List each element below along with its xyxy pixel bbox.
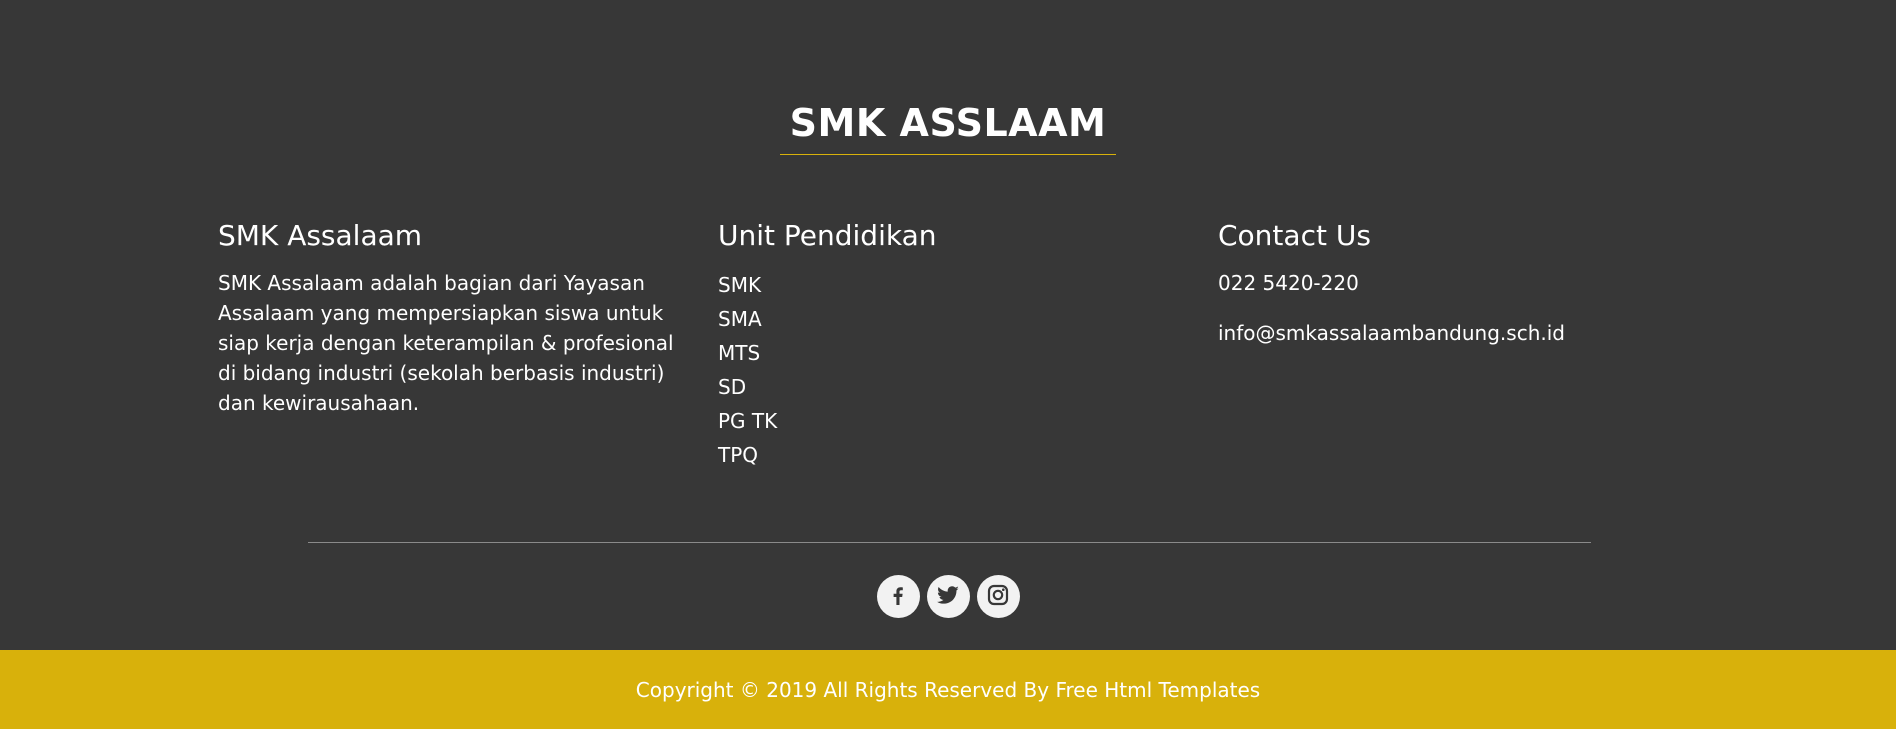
unit-link-sma[interactable]: SMA	[718, 302, 1118, 336]
units-column: Unit Pendidikan SMK SMA MTS SD PG TK TPQ	[718, 218, 1118, 472]
copyright-text: Copyright © 2019 All Rights Reserved By …	[635, 677, 1261, 702]
contact-phone[interactable]: 022 5420-220	[1218, 268, 1718, 298]
unit-link-mts[interactable]: MTS	[718, 336, 1118, 370]
unit-link-sd[interactable]: SD	[718, 370, 1118, 404]
social-links	[0, 575, 1896, 618]
contact-column: Contact Us 022 5420-220 info@smkassalaam…	[1218, 218, 1718, 368]
about-heading: SMK Assalaam	[218, 219, 423, 252]
facebook-icon	[886, 583, 910, 611]
instagram-icon	[986, 583, 1010, 611]
about-column: SMK Assalaam SMK Assalaam adalah bagian …	[218, 218, 688, 418]
copyright-bar: Copyright © 2019 All Rights Reserved By …	[0, 650, 1896, 729]
twitter-icon	[935, 582, 961, 612]
unit-list: SMK SMA MTS SD PG TK TPQ	[718, 268, 1118, 472]
footer-divider	[308, 542, 1591, 543]
brand-title: SMK ASSLAAM	[779, 100, 1117, 155]
unit-link-tpq[interactable]: TPQ	[718, 438, 1118, 472]
brand-title-wrap: SMK ASSLAAM	[0, 100, 1896, 155]
facebook-button[interactable]	[876, 575, 920, 618]
twitter-button[interactable]	[926, 575, 970, 618]
about-text: SMK Assalaam adalah bagian dari Yayasan …	[218, 271, 674, 415]
unit-link-smk[interactable]: SMK	[718, 268, 1118, 302]
units-heading: Unit Pendidikan	[718, 219, 937, 252]
instagram-button[interactable]	[976, 575, 1020, 618]
contact-email[interactable]: info@smkassalaambandung.sch.id	[1218, 318, 1718, 348]
footer-main: SMK ASSLAAM SMK Assalaam SMK Assalaam ad…	[0, 0, 1896, 650]
contact-heading: Contact Us	[1218, 219, 1371, 252]
unit-link-pg-tk[interactable]: PG TK	[718, 404, 1118, 438]
